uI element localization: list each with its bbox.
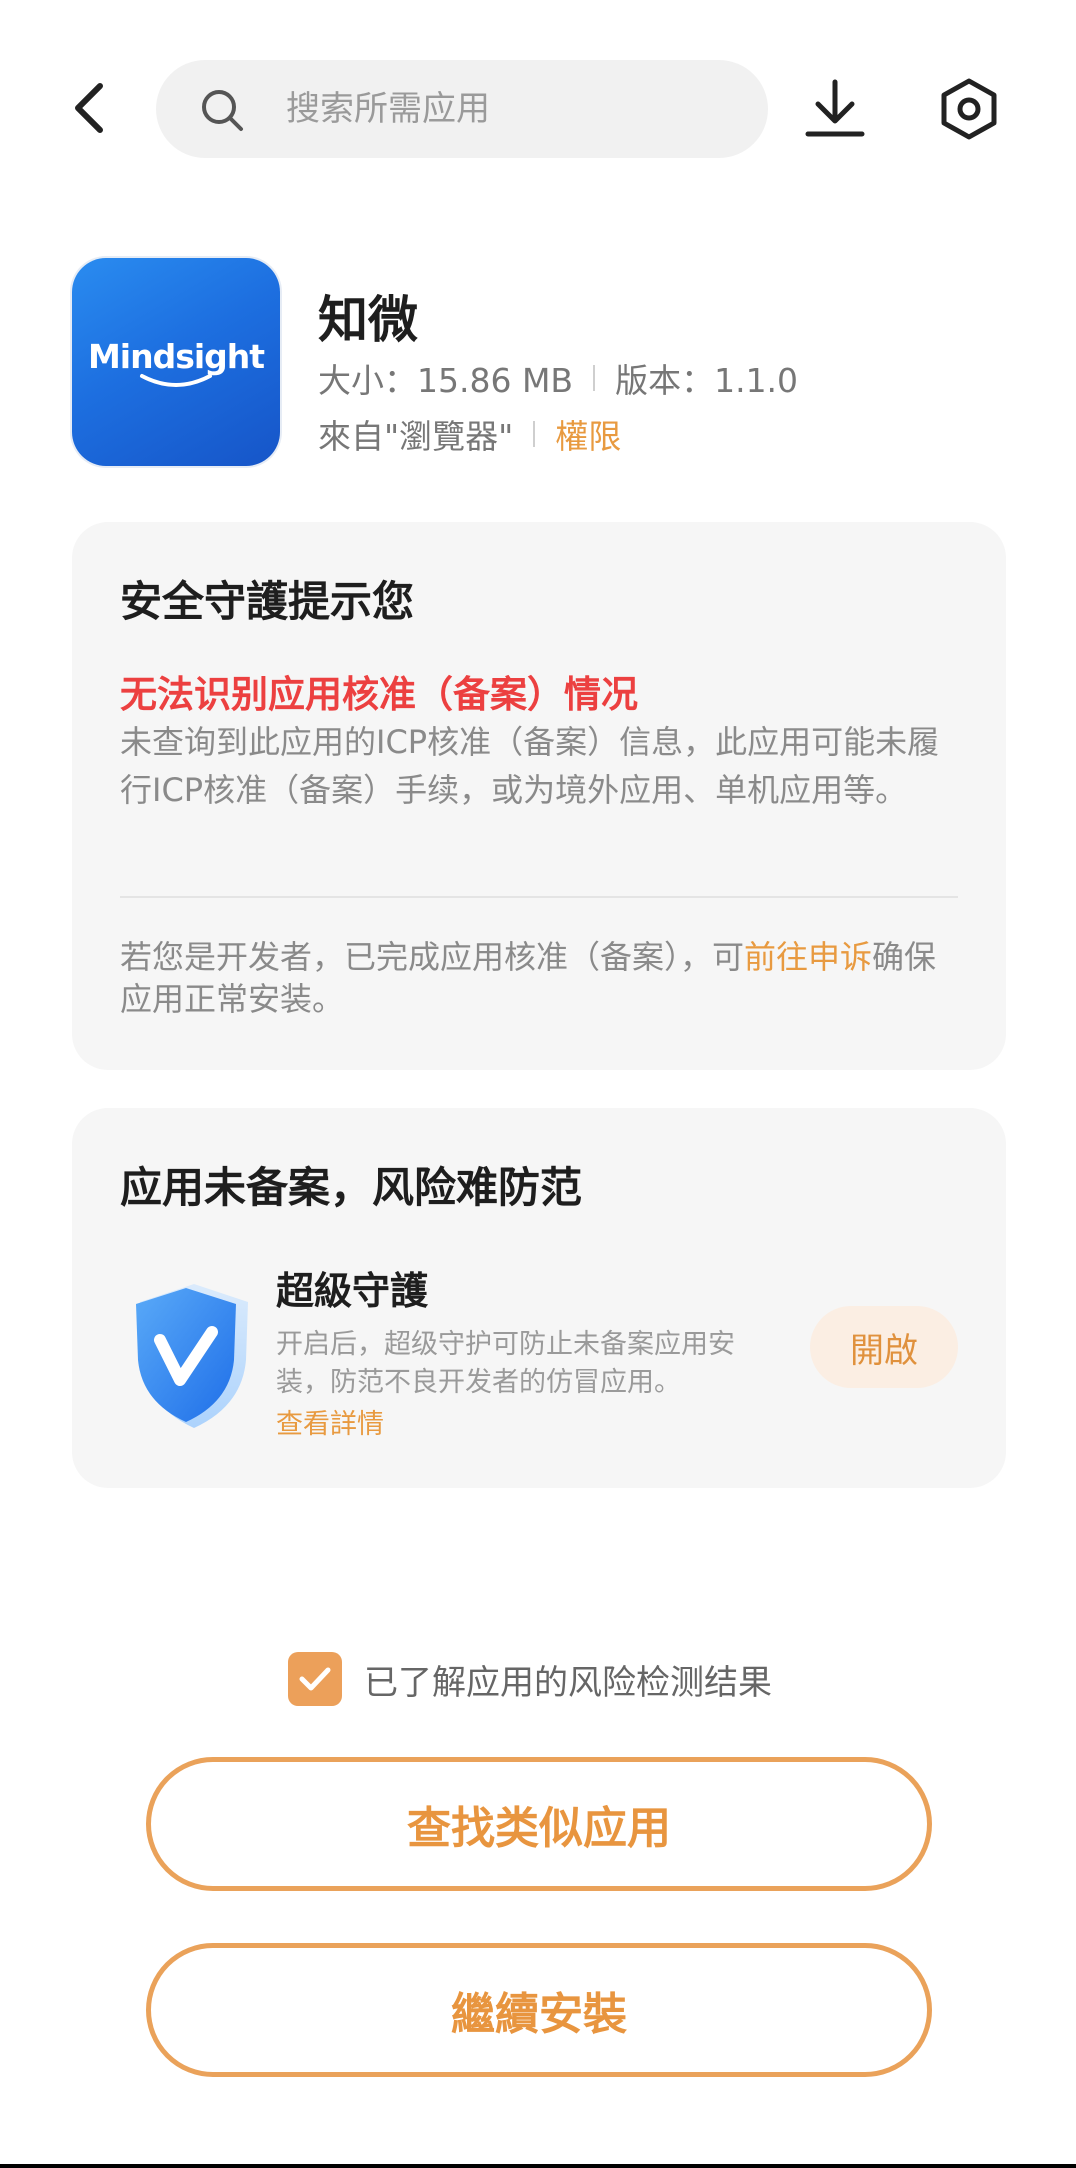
warning-title: 无法识别应用核准（备案）情况 — [120, 673, 638, 716]
super-guard-title: 超級守護 — [276, 1269, 429, 1313]
app-meta-row: 大小：15.86 MB 版本：1.1.0 — [318, 354, 798, 402]
settings-button[interactable] — [934, 74, 1004, 144]
consent-label: 已了解应用的风险检测结果 — [364, 1662, 772, 1703]
appeal-link[interactable]: 前往申诉 — [744, 938, 872, 976]
search-icon — [202, 90, 243, 131]
checkmark-icon — [299, 1667, 331, 1691]
shield-icon — [136, 1284, 248, 1428]
search-input[interactable] — [286, 82, 726, 136]
super-guard-description: 开启后，超级守护可防止未备案应用安装，防范不良开发者的仿冒应用。 — [276, 1329, 735, 1398]
app-size: 大小：15.86 MB — [318, 361, 574, 400]
app-name: 知微 — [318, 291, 418, 349]
appeal-text: 若您是开发者，已完成应用核准（备案），可前往申诉确保应用正常安装。 — [120, 936, 968, 1020]
permissions-link[interactable]: 權限 — [555, 410, 621, 458]
back-button[interactable] — [58, 76, 122, 140]
top-bar — [0, 60, 1076, 158]
app-logo-text: Mindsight — [87, 336, 265, 376]
search-bar[interactable] — [156, 60, 768, 158]
security-notice-card: 安全守護提示您 无法识别应用核准（备案）情况 未查询到此应用的ICP核准（备案）… — [72, 522, 1006, 1070]
download-icon — [805, 79, 865, 137]
security-card-title: 安全守護提示您 — [120, 577, 415, 626]
app-icon: Mindsight — [72, 258, 280, 466]
continue-install-button[interactable]: 繼續安裝 — [146, 1943, 932, 2077]
app-source-row: 來自"瀏覽器" 權限 — [318, 410, 621, 458]
download-button[interactable] — [800, 74, 870, 144]
meta-separator — [533, 421, 536, 447]
view-details-link[interactable]: 查看詳情 — [276, 1402, 384, 1441]
risk-card-title: 应用未备案，风险难防范 — [120, 1163, 583, 1212]
risk-card: 应用未备案，风险难防范 超級守護 开启后，超级守护可防止未备案应用安装，防范不良… — [72, 1108, 1006, 1488]
install-risk-page: Mindsight 知微 大小：15.86 MB 版本：1.1.0 來自"瀏覽器… — [0, 0, 1076, 2168]
warning-description: 未查询到此应用的ICP核准（备案）信息，此应用可能未履行ICP核准（备案）手续，… — [120, 723, 940, 809]
bottom-edge — [0, 2164, 1076, 2168]
risk-consent[interactable]: 已了解应用的风险检测结果 — [288, 1652, 772, 1706]
card-divider — [120, 896, 958, 898]
app-source: 來自"瀏覽器" — [318, 417, 514, 456]
appeal-prefix: 若您是开发者，已完成应用核准（备案），可 — [120, 938, 745, 976]
consent-checkbox[interactable] — [288, 1652, 342, 1706]
gear-icon — [941, 78, 997, 140]
enable-guard-button[interactable]: 開啟 — [810, 1306, 958, 1388]
find-similar-apps-button[interactable]: 查找类似应用 — [146, 1757, 932, 1891]
back-arrow-icon — [75, 83, 103, 133]
smile-arc-icon — [140, 373, 212, 387]
app-version: 版本：1.1.0 — [615, 361, 799, 400]
meta-separator — [593, 365, 596, 391]
